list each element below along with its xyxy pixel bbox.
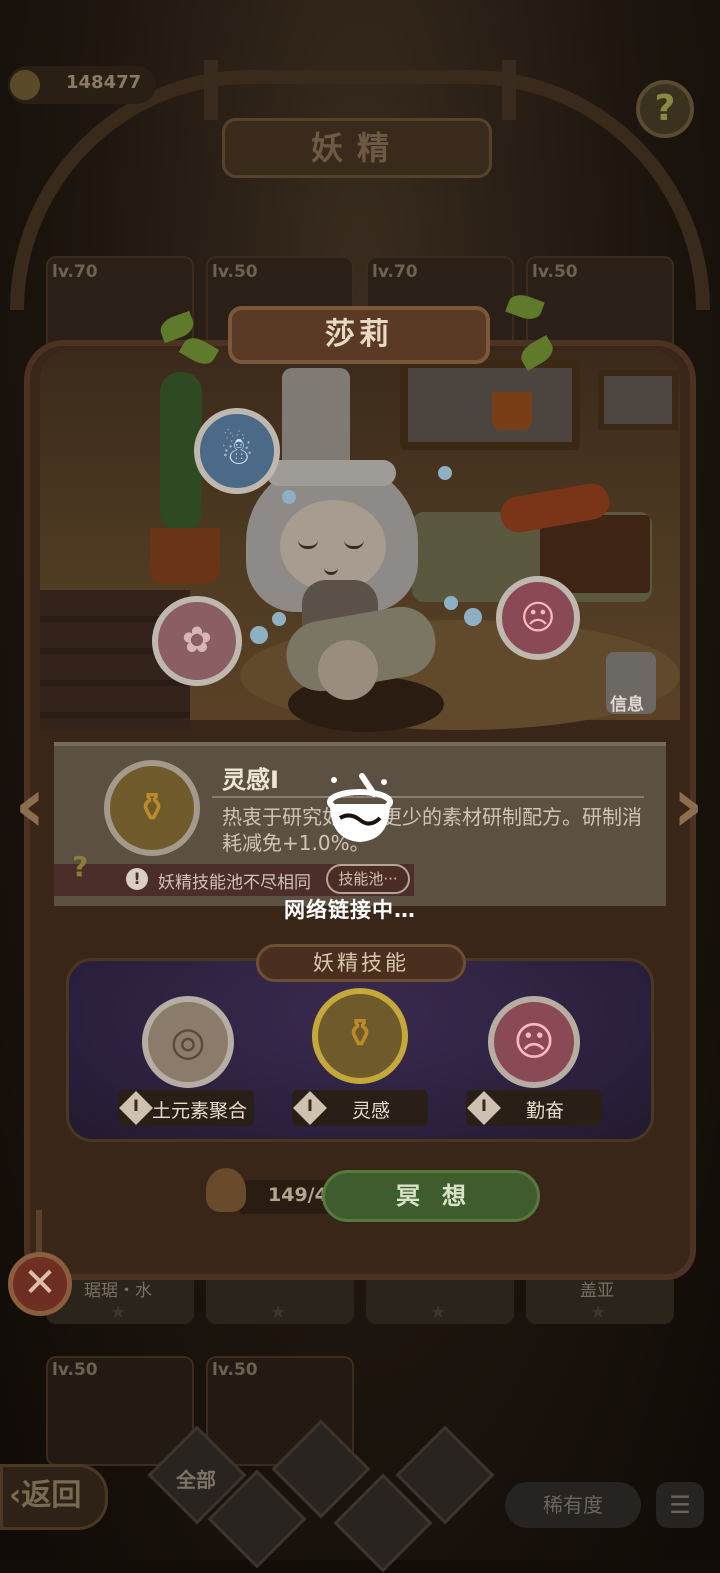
coin-amount: 148477: [66, 72, 142, 93]
star-icon: ★: [110, 1302, 127, 1323]
fairy-card-level: lv.50: [532, 262, 578, 282]
window-decor: [400, 360, 580, 450]
title-rope: [204, 60, 218, 120]
skill-title: 灵感I: [222, 766, 279, 794]
fairy-card-level: lv.70: [372, 262, 418, 282]
snowman-buff-icon[interactable]: ☃: [194, 408, 280, 494]
skill-level: I: [307, 1096, 313, 1115]
close-rope: [36, 1210, 42, 1254]
star-icon: ★: [270, 1302, 287, 1323]
fairy-card-level: lv.50: [212, 1360, 258, 1380]
close-icon[interactable]: ✕: [8, 1252, 72, 1316]
skill-level: I: [133, 1096, 139, 1115]
skills-section-title: 妖精技能: [256, 944, 466, 982]
window-decor: [598, 370, 678, 430]
bubble-dot: [464, 608, 482, 626]
skill-name: 土元素聚合: [152, 1100, 248, 1122]
bubble-dot: [444, 596, 458, 610]
fairy-face: [280, 500, 386, 592]
title-rope: [502, 60, 516, 120]
page-title: 妖精: [222, 118, 492, 178]
loading-text: 网络链接中…: [284, 898, 416, 922]
coin-icon: [10, 70, 40, 100]
bubble-dot: [250, 626, 268, 644]
fairy-card-level: lv.50: [212, 262, 258, 282]
meditate-button[interactable]: 冥想: [322, 1170, 540, 1222]
cooking-pot-icon: [327, 773, 393, 842]
help-icon[interactable]: ?: [72, 850, 100, 886]
angry-face-icon[interactable]: ☹: [488, 996, 580, 1088]
fairy-legs: [318, 640, 378, 700]
bubble-dot: [438, 466, 452, 480]
skill-name: 灵感: [352, 1100, 391, 1122]
dessert-cost-icon: [206, 1168, 246, 1212]
pot-decor: [150, 528, 220, 584]
pink-material-buff-icon[interactable]: ✿: [152, 596, 242, 686]
meditate-cost: 149/4: [268, 1184, 328, 1206]
skill-description: 热衷于研究如何用更少的素材研制配方。研制消耗减免+1.0%。: [222, 805, 642, 855]
prev-arrow-icon[interactable]: ‹: [6, 762, 54, 852]
angry-face-buff-icon[interactable]: ☹: [496, 576, 580, 660]
fairy-card-level: lv.70: [52, 262, 98, 282]
divider: [212, 796, 644, 798]
golden-pot-icon: ⚱: [104, 760, 200, 856]
skill-name: 勤奋: [526, 1100, 565, 1122]
bubble-dot: [282, 490, 296, 504]
fairy-card-level: lv.50: [52, 1360, 98, 1380]
info-button-label[interactable]: 信息: [610, 690, 644, 715]
bubble-dot: [272, 612, 286, 626]
skill-level: I: [481, 1096, 487, 1115]
list-view-icon[interactable]: ☰: [656, 1482, 704, 1528]
pot-decor: [492, 392, 532, 430]
fairy-headband: [266, 460, 396, 486]
warning-icon: !: [126, 868, 148, 890]
star-icon: ★: [430, 1302, 447, 1323]
star-icon: ★: [590, 1302, 607, 1323]
golden-pot-icon[interactable]: ⚱: [312, 988, 408, 1084]
back-label: 返回: [21, 1478, 82, 1513]
filter-all-label: 全部: [176, 1468, 216, 1492]
next-arrow-icon[interactable]: ›: [664, 762, 712, 852]
rarity-sort-button[interactable]: 稀有度: [505, 1482, 641, 1528]
warning-text: 妖精技能池不尽相同: [158, 873, 311, 893]
fairy-name-plate: 莎莉: [228, 306, 490, 364]
earth-swirl-icon[interactable]: ◎: [142, 996, 234, 1088]
skill-pool-button[interactable]: 技能池···: [326, 864, 410, 894]
help-icon[interactable]: ?: [636, 80, 694, 138]
back-button[interactable]: ‹返回: [0, 1464, 108, 1530]
